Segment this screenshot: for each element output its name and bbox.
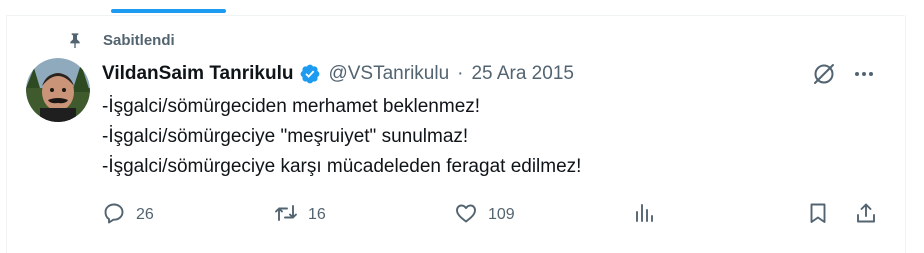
more-icon[interactable] bbox=[852, 66, 876, 82]
like-count: 109 bbox=[488, 206, 515, 223]
tweet-meta: @VSTanrikulu · 25 Ara 2015 bbox=[328, 63, 573, 85]
tweet-line: -İşgalci/sömürgeciye "meşruiyet" sunulma… bbox=[102, 126, 469, 147]
share-icon bbox=[854, 201, 878, 230]
pinned-label: Sabitlendi bbox=[103, 31, 175, 49]
verified-badge-icon[interactable] bbox=[299, 63, 321, 85]
reply-count: 26 bbox=[136, 206, 154, 223]
active-tab-indicator bbox=[111, 9, 226, 13]
like-button[interactable]: 109 bbox=[454, 202, 515, 228]
retweet-button[interactable]: 16 bbox=[274, 202, 326, 228]
reply-icon bbox=[102, 201, 126, 230]
heart-icon bbox=[454, 201, 478, 230]
retweet-count: 16 bbox=[308, 206, 326, 223]
meta-separator: · bbox=[457, 63, 464, 84]
views-button[interactable] bbox=[632, 202, 656, 228]
pinned-indicator: Sabitlendi bbox=[67, 30, 175, 50]
handle[interactable]: @VSTanrikulu bbox=[328, 63, 449, 84]
reply-button[interactable]: 26 bbox=[102, 202, 154, 228]
bookmark-button[interactable] bbox=[806, 202, 830, 228]
display-name[interactable]: VildanSaim Tanrikulu bbox=[102, 63, 293, 85]
tweet-header: VildanSaim Tanrikulu @VSTanrikulu · 25 Ara… bbox=[102, 62, 574, 86]
retweet-icon bbox=[274, 201, 298, 230]
avatar[interactable] bbox=[26, 58, 90, 122]
bookmark-icon bbox=[806, 201, 830, 230]
pin-icon bbox=[67, 32, 83, 48]
tweet-line: -İşgalci/sömürgeciden merhamet beklenmez… bbox=[102, 96, 481, 117]
tweet-text: -İşgalci/sömürgeciden merhamet beklenmez… bbox=[102, 92, 882, 182]
views-icon bbox=[632, 201, 656, 230]
share-button[interactable] bbox=[854, 202, 878, 228]
tweet-date[interactable]: 25 Ara 2015 bbox=[471, 63, 573, 84]
grok-icon[interactable] bbox=[811, 61, 837, 87]
tweet-line: -İşgalci/sömürgeciye karşı mücadeleden f… bbox=[102, 156, 582, 177]
tweet-actions: 26 16 109 bbox=[102, 202, 882, 228]
